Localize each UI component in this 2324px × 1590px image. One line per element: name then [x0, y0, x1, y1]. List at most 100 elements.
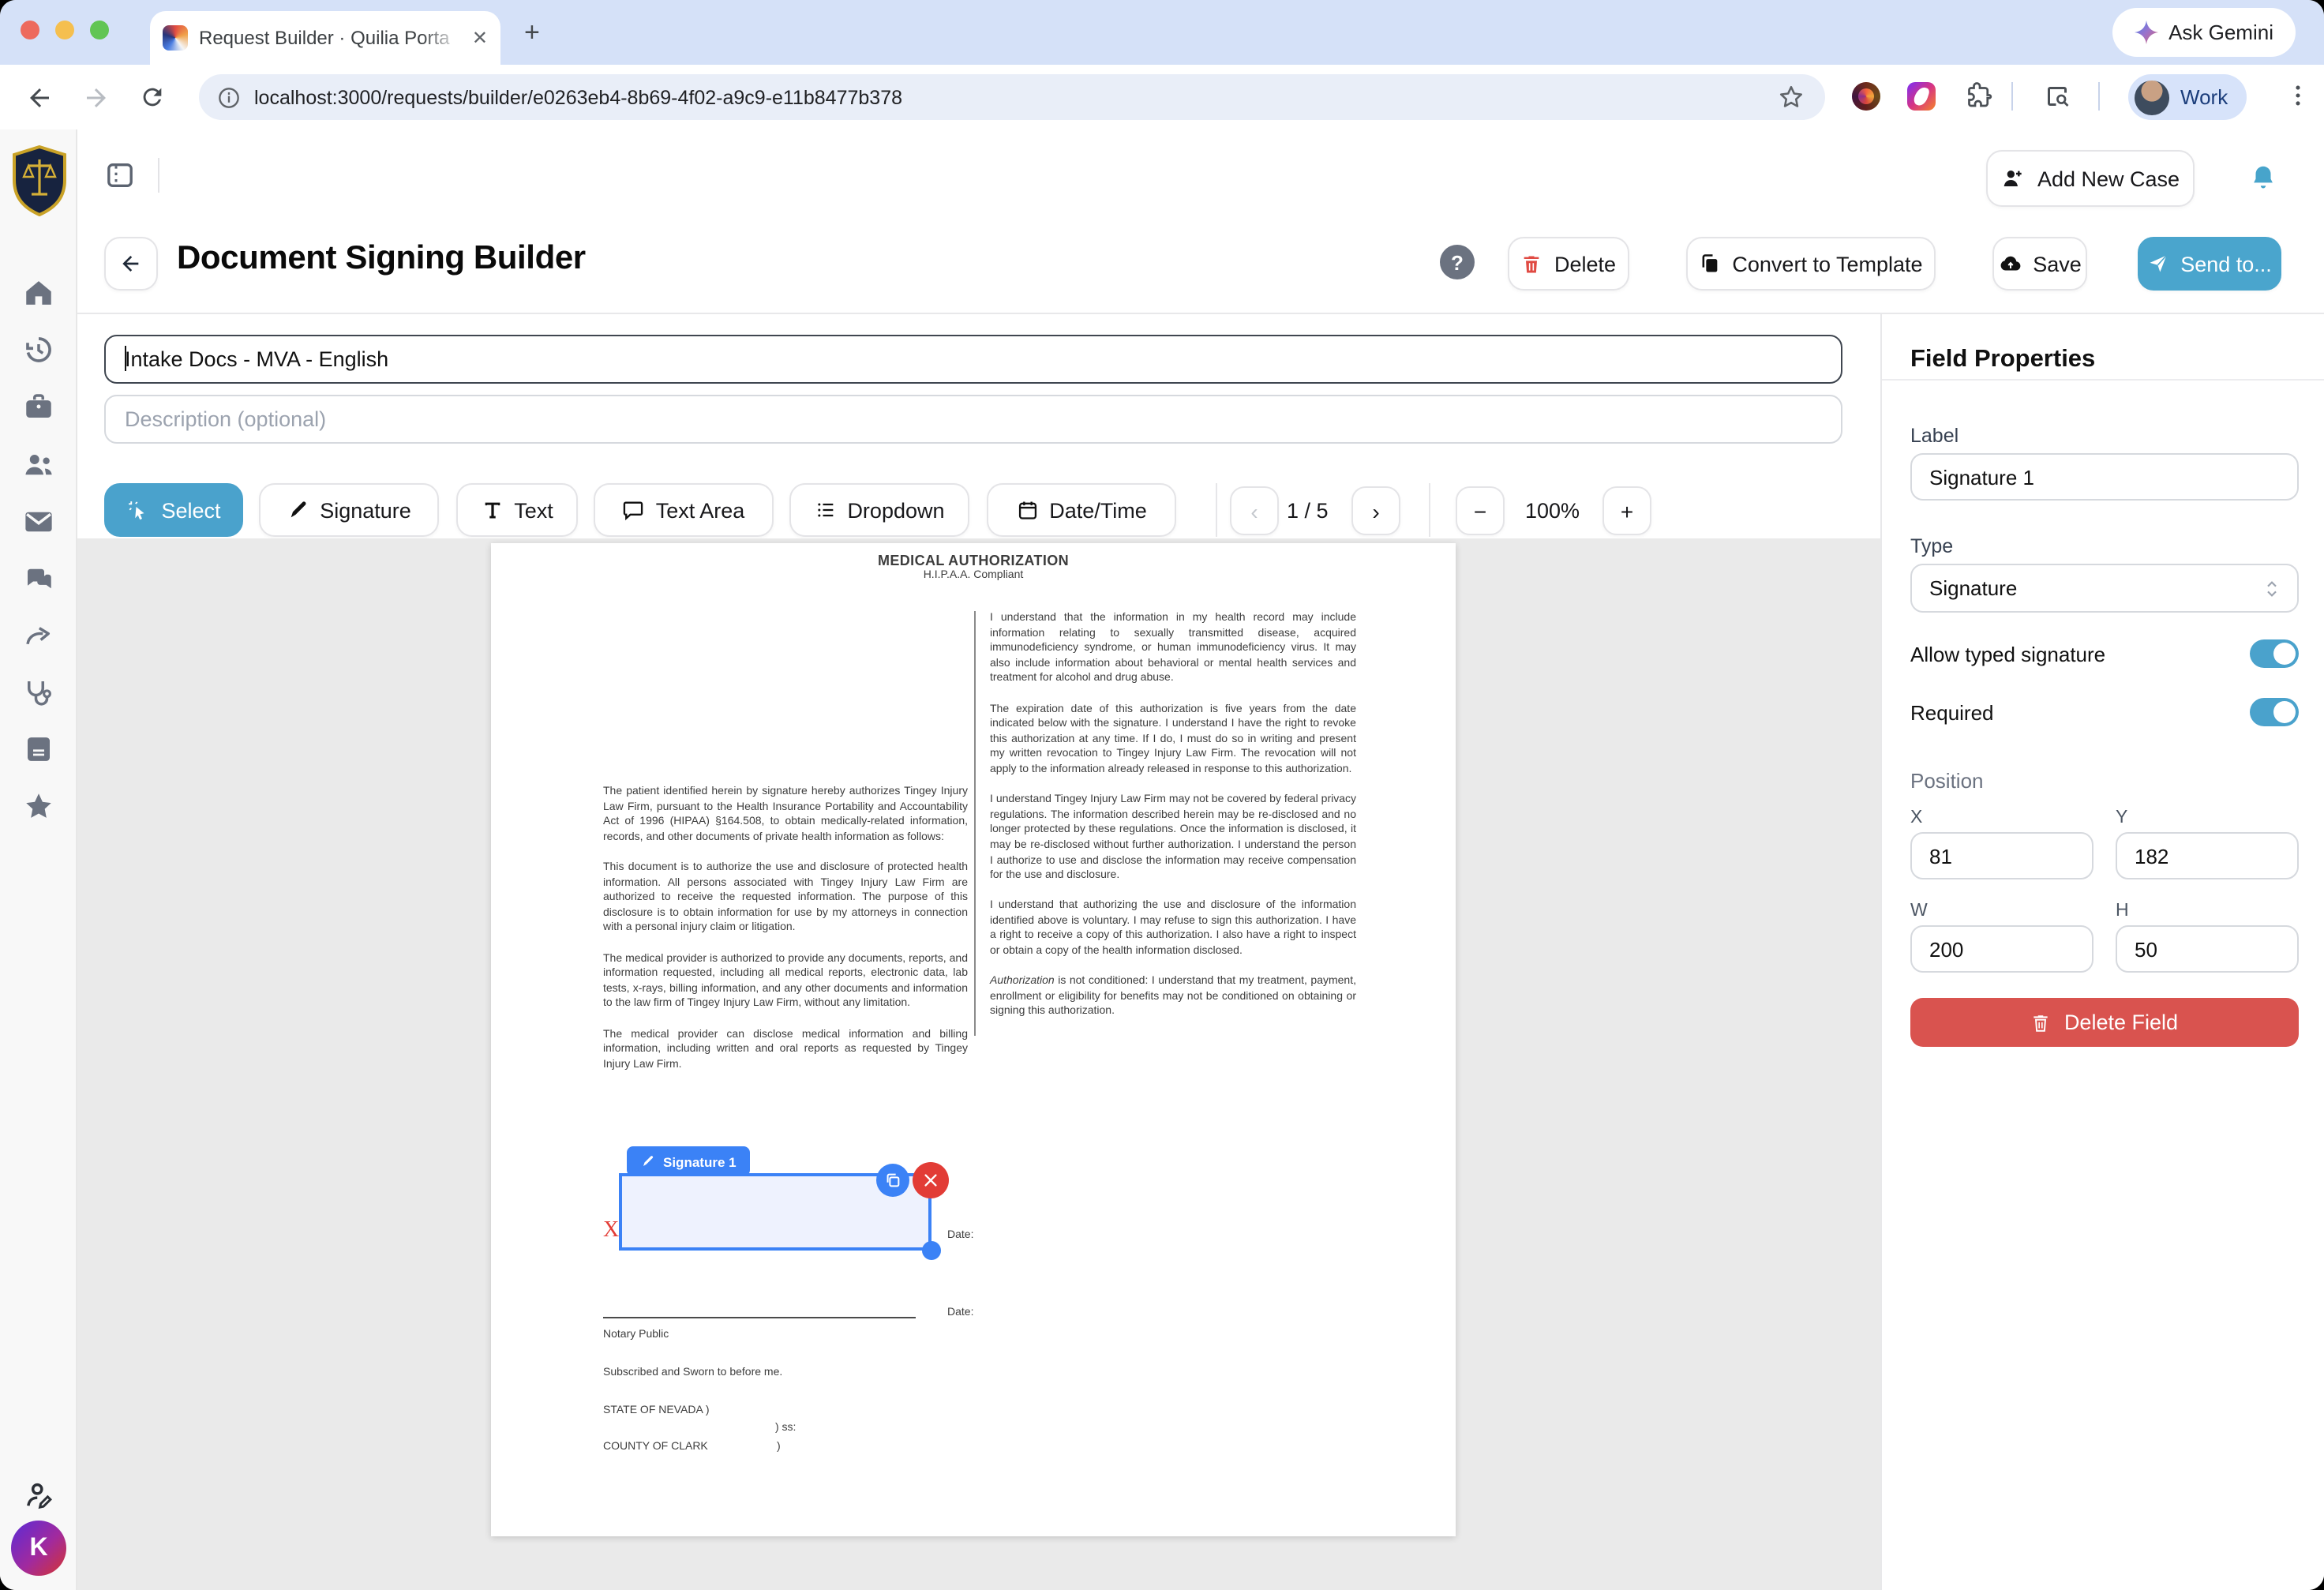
signature-field-tag[interactable]: Signature 1 [627, 1146, 751, 1176]
zoom-level: 100% [1525, 499, 1580, 523]
h-input[interactable] [2116, 925, 2299, 973]
text-icon [481, 499, 503, 521]
doc-right-column: I understand that the information in my … [974, 611, 1356, 1035]
doc-authorization-italic: Authorization [990, 977, 1055, 988]
zoom-in-button[interactable]: + [1602, 486, 1651, 535]
extension-feather-icon[interactable] [1907, 82, 1936, 111]
allow-typed-signature-toggle[interactable] [2250, 639, 2299, 668]
y-label: Y [2116, 808, 2127, 827]
back-button[interactable] [104, 237, 158, 291]
notary-signature-line [603, 1317, 916, 1318]
browser-menu-icon[interactable] [2285, 82, 2311, 109]
tab-close-icon[interactable]: ✕ [472, 27, 488, 49]
x-input[interactable] [1910, 832, 2093, 879]
bookmark-star-icon[interactable] [1778, 84, 1805, 111]
doc-left-column: The patient identified herein by signatu… [603, 785, 968, 1088]
select-chevrons-icon [2264, 579, 2280, 598]
save-button[interactable]: Save [1992, 237, 2087, 291]
dropdown-tool-label: Dropdown [847, 498, 944, 522]
sidebar-documents-icon[interactable] [22, 733, 55, 766]
sidebar-chat-icon[interactable] [22, 562, 55, 595]
remove-field-button[interactable] [913, 1162, 949, 1198]
address-bar[interactable]: localhost:3000/requests/builder/e0263eb4… [199, 74, 1825, 120]
collapse-sidebar-icon[interactable] [104, 159, 136, 191]
doc-paragraph: The patient identified herein by signatu… [603, 785, 968, 846]
back-arrow-icon [118, 251, 144, 276]
sidebar-home-icon[interactable] [22, 276, 55, 309]
delete-button[interactable]: Delete [1508, 237, 1629, 291]
tab-title: Request Builder · Quilia Porta [199, 27, 461, 49]
browser-tab-strip: Request Builder · Quilia Porta ✕ + Ask G… [0, 0, 2324, 65]
macos-close-button[interactable] [21, 21, 39, 39]
duplicate-field-button[interactable] [876, 1164, 909, 1197]
dropdown-tool-button[interactable]: Dropdown [789, 483, 969, 537]
text-caret [125, 346, 126, 371]
doc-county-paren: ) [777, 1442, 781, 1453]
datetime-tool-button[interactable]: Date/Time [987, 483, 1176, 537]
document-page[interactable]: MEDICAL AUTHORIZATION H.I.P.A.A. Complia… [491, 543, 1456, 1536]
required-toggle[interactable] [2250, 698, 2299, 726]
doc-sworn-line: Subscribed and Sworn to before me. [603, 1367, 782, 1378]
macos-minimize-button[interactable] [55, 21, 74, 39]
reload-icon[interactable] [139, 84, 166, 111]
notifications-bell-icon[interactable] [2248, 163, 2278, 193]
type-select[interactable]: Signature [1910, 564, 2299, 613]
tab-search-icon[interactable] [2043, 82, 2071, 111]
signature-tool-button[interactable]: Signature [259, 483, 439, 537]
sidebar-favorites-icon[interactable] [22, 789, 55, 823]
delete-field-button[interactable]: Delete Field [1910, 998, 2299, 1047]
sidebar-account-edit-icon[interactable] [22, 1479, 55, 1513]
resize-handle[interactable] [922, 1241, 941, 1260]
previous-page-button[interactable]: ‹ [1230, 486, 1279, 535]
macos-zoom-button[interactable] [90, 21, 109, 39]
profile-label: Work [2180, 85, 2228, 109]
doc-county-line: COUNTY OF CLARK [603, 1442, 708, 1453]
new-tab-button[interactable]: + [524, 19, 540, 46]
extensions-puzzle-icon[interactable] [1966, 82, 1994, 111]
toolbar-divider [2011, 82, 2013, 111]
y-input[interactable] [2116, 832, 2299, 879]
required-label: Required [1910, 700, 1994, 724]
x-label: X [1910, 808, 1922, 827]
next-page-button[interactable]: › [1351, 486, 1400, 535]
user-avatar[interactable]: K [11, 1521, 66, 1576]
back-icon[interactable] [25, 83, 54, 111]
doc-paragraph: The medical provider is authorized to pr… [603, 951, 968, 1012]
zoom-out-button[interactable]: − [1456, 486, 1505, 535]
sidebar-referral-icon[interactable] [22, 621, 55, 654]
trash-icon [2031, 1011, 2052, 1033]
sidebar-history-icon[interactable] [22, 333, 55, 366]
document-canvas[interactable]: MEDICAL AUTHORIZATION H.I.P.A.A. Complia… [77, 538, 1880, 1590]
description-input[interactable] [104, 395, 1842, 444]
doc-paragraph: I understand that the information in my … [990, 611, 1356, 687]
label-input[interactable] [1910, 453, 2299, 501]
type-select-value: Signature [1929, 576, 2017, 600]
send-icon [2147, 253, 2169, 275]
text-tool-button[interactable]: Text [456, 483, 578, 537]
profile-button[interactable]: Work [2128, 74, 2247, 120]
convert-to-template-button[interactable]: Convert to Template [1686, 237, 1936, 291]
send-to-button[interactable]: Send to... [2138, 237, 2281, 291]
doc-paragraph: I understand Tingey Injury Law Firm may … [990, 793, 1356, 883]
sidebar-mail-icon[interactable] [22, 505, 55, 538]
site-info-icon[interactable] [218, 86, 240, 108]
extension-icon[interactable] [1852, 82, 1880, 111]
text-area-tool-button[interactable]: Text Area [594, 483, 774, 537]
forward-icon[interactable] [82, 83, 111, 111]
divider [1216, 483, 1217, 537]
sidebar-clients-icon[interactable] [22, 448, 55, 482]
document-name-input[interactable] [104, 335, 1842, 384]
firm-logo[interactable] [13, 145, 66, 216]
w-label: W [1910, 902, 1928, 921]
tab-favicon-icon [163, 25, 188, 51]
help-button[interactable]: ? [1440, 245, 1475, 279]
sidebar-cases-icon[interactable] [22, 390, 55, 423]
sidebar-medical-icon[interactable] [22, 676, 55, 709]
w-input[interactable] [1910, 925, 2093, 973]
add-new-case-button[interactable]: Add New Case [1986, 150, 2195, 207]
required-row: Required [1910, 698, 2299, 726]
ask-gemini-button[interactable]: Ask Gemini [2112, 8, 2296, 57]
browser-tab[interactable]: Request Builder · Quilia Porta ✕ [150, 11, 500, 65]
delete-label: Delete [1554, 252, 1616, 276]
select-tool-button[interactable]: Select [104, 483, 243, 537]
